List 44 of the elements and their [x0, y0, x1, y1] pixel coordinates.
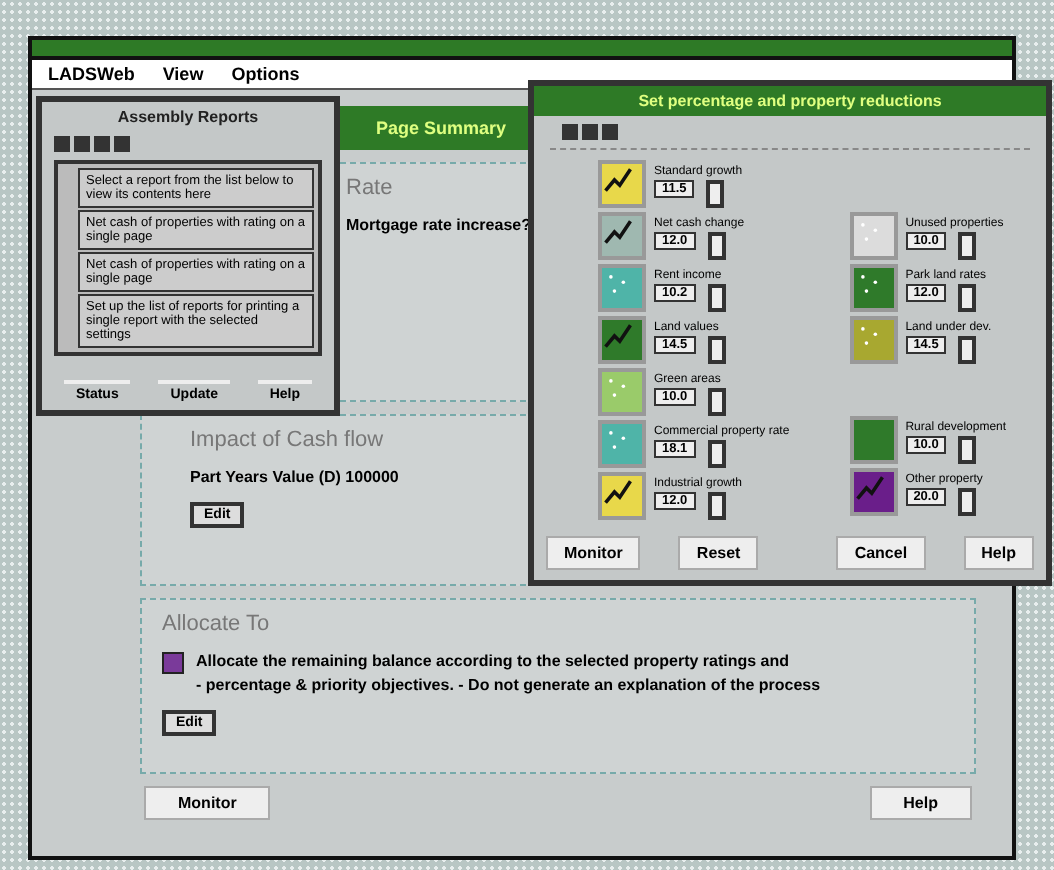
property-swatch[interactable]: [598, 264, 646, 312]
section-text: Allocate the remaining balance according to the selected property ratings and: [196, 652, 790, 670]
spin-button[interactable]: [958, 436, 977, 464]
dialog-button[interactable]: Reset: [678, 536, 759, 570]
spin-button[interactable]: [707, 440, 726, 468]
property-swatch[interactable]: [849, 416, 898, 464]
dialog-button[interactable]: Monitor: [144, 786, 271, 820]
spin-button[interactable]: [958, 232, 977, 260]
spin-button[interactable]: [707, 492, 726, 520]
spin-button[interactable]: [706, 180, 725, 208]
property-swatch[interactable]: [598, 160, 646, 208]
property-swatch[interactable]: [849, 468, 898, 516]
spin-button[interactable]: [707, 232, 726, 260]
spin-button[interactable]: [707, 284, 726, 312]
spin-button[interactable]: [958, 488, 977, 516]
header-title: Page Summary: [376, 118, 507, 138]
property-swatch[interactable]: [598, 212, 646, 260]
property-swatch[interactable]: [598, 420, 646, 468]
dialog-button[interactable]: Monitor: [546, 536, 641, 570]
spin-button[interactable]: [958, 284, 977, 312]
section-text: - percentage & priority objectives. - Do not generate an explanation of the process: [196, 676, 821, 694]
menu-item[interactable]: Options: [231, 64, 300, 84]
section-title: Impact of Cash flow: [190, 428, 384, 452]
menu-item[interactable]: View: [162, 64, 204, 84]
property-swatch[interactable]: [849, 212, 898, 260]
spin-button[interactable]: [707, 388, 726, 416]
property-swatch[interactable]: [598, 316, 646, 364]
menu-item[interactable]: LADSWeb: [48, 64, 135, 84]
dialog-title: Set percentage and property reductions: [534, 86, 1046, 116]
dialog-button[interactable]: Help: [869, 786, 972, 820]
dialog-title: Assembly Reports: [115, 106, 261, 130]
property-swatch[interactable]: [598, 472, 646, 520]
section-text: Mortgage rate increase?: [346, 216, 531, 234]
section-title: Allocate To: [162, 612, 270, 636]
spin-button[interactable]: [707, 336, 726, 364]
property-swatch[interactable]: [598, 368, 646, 416]
property-swatch[interactable]: [849, 316, 898, 364]
dialog-button[interactable]: Cancel: [836, 536, 926, 570]
section-title: Rate: [346, 176, 393, 200]
dialog-button[interactable]: Help: [963, 536, 1034, 570]
checkbox[interactable]: [162, 652, 184, 674]
property-swatch[interactable]: [849, 264, 898, 312]
spin-button[interactable]: [958, 336, 977, 364]
section-text: Part Years Value (D) 100000: [190, 468, 399, 486]
